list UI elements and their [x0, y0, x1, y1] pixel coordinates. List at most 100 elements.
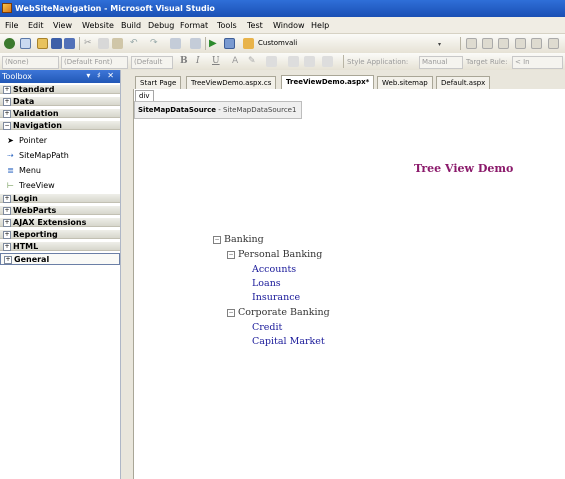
hyperlink-icon[interactable] — [322, 56, 333, 67]
design-surface[interactable]: div SiteMapDataSource - SiteMapDataSourc… — [133, 89, 565, 479]
align-icon[interactable] — [266, 56, 277, 67]
category-label: Reporting — [13, 230, 58, 239]
toolbox-item-treeview[interactable]: ⊢ TreeView — [0, 178, 120, 192]
block-format-combo[interactable]: (None) — [2, 56, 59, 69]
bullet-list-icon[interactable] — [304, 56, 315, 67]
indent-icon[interactable] — [482, 38, 493, 49]
config-combo[interactable]: Customvali — [258, 39, 297, 47]
expand-icon: + — [3, 243, 11, 251]
datasource-id: - SiteMapDataSource1 — [216, 106, 297, 114]
tab-treeviewdemo-aspx[interactable]: TreeViewDemo.aspx* — [281, 75, 375, 89]
navigate-forward-icon[interactable] — [190, 38, 201, 49]
title-bar: WebSiteNavigation - Microsoft Visual Stu… — [0, 0, 565, 17]
copy-icon[interactable] — [98, 38, 109, 49]
new-project-icon[interactable] — [4, 38, 15, 49]
toolbox-item-pointer[interactable]: ➤ Pointer — [0, 133, 120, 147]
menu-debug[interactable]: Debug — [148, 21, 174, 30]
comment-icon[interactable] — [515, 38, 526, 49]
menu-build[interactable]: Build — [121, 21, 141, 30]
category-label: Standard — [13, 85, 55, 94]
toolbox-window-controls[interactable]: ▾ ♯ ✕ — [86, 71, 116, 80]
menu-tools[interactable]: Tools — [217, 21, 237, 30]
category-label: Login — [13, 194, 38, 203]
page-title: Tree View Demo — [414, 162, 514, 175]
toolbox-category-webparts[interactable]: + WebParts — [0, 205, 120, 215]
toolbox-category-general[interactable]: + General — [0, 253, 120, 265]
chevron-down-icon[interactable]: ▾ — [438, 41, 441, 48]
cut-icon[interactable]: ✂ — [84, 38, 95, 49]
menu-view[interactable]: View — [53, 21, 72, 30]
tree-node-credit[interactable]: Credit — [252, 322, 282, 333]
find-icon[interactable] — [243, 38, 254, 49]
tree-node-insurance[interactable]: Insurance — [252, 292, 300, 303]
toolbox-category-data[interactable]: + Data — [0, 96, 120, 106]
tab-treeviewdemo-cs[interactable]: TreeViewDemo.aspx.cs — [186, 76, 277, 89]
build-icon[interactable] — [224, 38, 235, 49]
toolbox-category-reporting[interactable]: + Reporting — [0, 229, 120, 239]
tab-default-aspx[interactable]: Default.aspx — [436, 76, 491, 89]
tree-node-loans[interactable]: Loans — [252, 278, 281, 289]
menu-file[interactable]: File — [5, 21, 18, 30]
category-label: HTML — [13, 242, 39, 251]
toolbox-category-ajax[interactable]: + AJAX Extensions — [0, 217, 120, 227]
window-title: WebSiteNavigation - Microsoft Visual Stu… — [15, 4, 215, 13]
menu-edit[interactable]: Edit — [28, 21, 44, 30]
target-rule-combo[interactable]: < In — [512, 56, 563, 69]
toolbar-separator — [79, 37, 80, 50]
category-label: WebParts — [13, 206, 57, 215]
item-label: Menu — [19, 166, 41, 175]
menu-help[interactable]: Help — [311, 21, 329, 30]
highlight-icon[interactable]: ✎ — [248, 56, 259, 67]
toolbar-separator — [343, 55, 344, 68]
outdent-icon[interactable] — [498, 38, 509, 49]
menu-test[interactable]: Test — [247, 21, 263, 30]
tree-node-capital-market[interactable]: Capital Market — [252, 336, 325, 347]
collapse-icon[interactable]: − — [227, 309, 235, 317]
sitemapdatasource-control[interactable]: SiteMapDataSource - SiteMapDataSource1 — [134, 101, 302, 119]
font-size-combo[interactable]: (Default — [131, 56, 173, 69]
menu-format[interactable]: Format — [180, 21, 208, 30]
tree-node-accounts[interactable]: Accounts — [252, 264, 296, 275]
bold-button[interactable]: B — [180, 56, 188, 66]
tree-node-corporate-banking[interactable]: − Corporate Banking — [227, 307, 330, 318]
start-debugging-icon[interactable]: ▶ — [209, 38, 220, 49]
tree-node-banking[interactable]: − Banking — [213, 234, 264, 245]
bookmark-icon[interactable] — [548, 38, 559, 49]
pointer-icon: ➤ — [7, 136, 14, 145]
redo-icon[interactable]: ↷ — [150, 38, 161, 49]
menu-window[interactable]: Window — [273, 21, 305, 30]
style-application-combo[interactable]: Manual — [419, 56, 463, 69]
save-all-icon[interactable] — [64, 38, 75, 49]
toolbox-header: Toolbox ▾ ♯ ✕ — [0, 70, 120, 83]
uncomment-icon[interactable] — [531, 38, 542, 49]
properties-icon[interactable] — [466, 38, 477, 49]
font-color-icon[interactable]: A — [232, 56, 243, 67]
toolbox-category-validation[interactable]: + Validation — [0, 108, 120, 118]
save-icon[interactable] — [51, 38, 62, 49]
numbered-list-icon[interactable] — [288, 56, 299, 67]
italic-button[interactable]: I — [196, 56, 200, 66]
underline-button[interactable]: U — [212, 56, 220, 66]
tree-node-label: Corporate Banking — [238, 307, 330, 318]
expand-icon: + — [3, 207, 11, 215]
menu-website[interactable]: Website — [82, 21, 114, 30]
collapse-icon[interactable]: − — [213, 236, 221, 244]
tab-web-sitemap[interactable]: Web.sitemap — [377, 76, 433, 89]
font-name-combo[interactable]: (Default Font) — [61, 56, 128, 69]
sitemappath-icon: ⇢ — [7, 151, 14, 160]
toolbox-category-login[interactable]: + Login — [0, 193, 120, 203]
visual-studio-icon — [2, 3, 12, 13]
collapse-icon[interactable]: − — [227, 251, 235, 259]
tab-start-page[interactable]: Start Page — [135, 76, 182, 89]
toolbox-item-menu[interactable]: ≣ Menu — [0, 163, 120, 177]
toolbox-item-sitemappath[interactable]: ⇢ SiteMapPath — [0, 148, 120, 162]
navigate-backward-icon[interactable] — [170, 38, 181, 49]
tree-node-personal-banking[interactable]: − Personal Banking — [227, 249, 322, 260]
open-folder-icon[interactable] — [37, 38, 48, 49]
toolbox-category-html[interactable]: + HTML — [0, 241, 120, 251]
toolbox-category-standard[interactable]: + Standard — [0, 84, 120, 94]
paste-icon[interactable] — [112, 38, 123, 49]
undo-icon[interactable]: ↶ — [130, 38, 141, 49]
toolbox-category-navigation[interactable]: − Navigation — [0, 120, 120, 130]
add-item-icon[interactable] — [20, 38, 31, 49]
